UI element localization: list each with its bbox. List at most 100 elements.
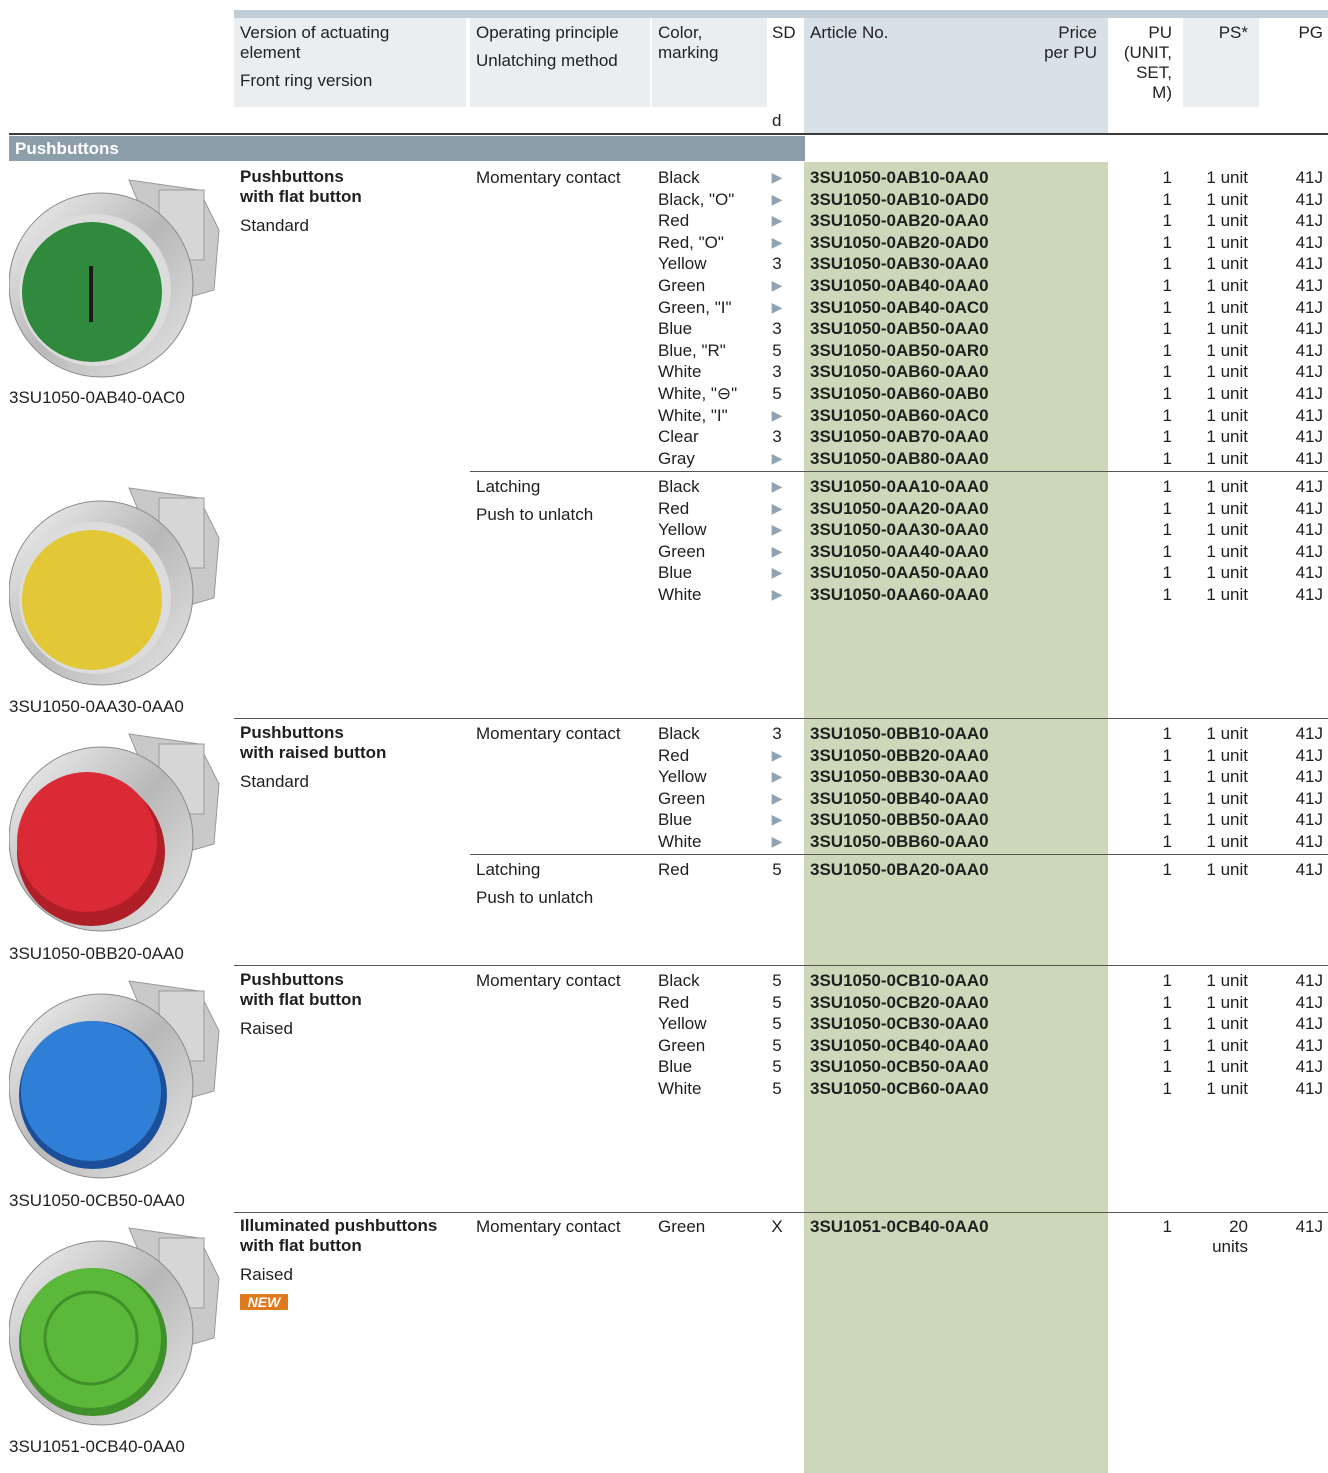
header-op-line2: Unlatching method bbox=[476, 51, 618, 70]
color-cell: Blue bbox=[658, 1057, 693, 1077]
article-number-cell: 3SU1050-0AB50-0AR0 bbox=[810, 340, 989, 360]
table-row: Yellow 5 3SU1050-0CB30-0AA0 1 1 unit 41J bbox=[0, 1013, 1328, 1034]
pg-cell: 41J bbox=[1295, 384, 1323, 403]
pg-cell: 41J bbox=[1295, 585, 1323, 604]
pg-cell: 41J bbox=[1295, 971, 1323, 990]
pu-cell: 1 bbox=[1162, 168, 1172, 187]
color-cell: Yellow bbox=[658, 767, 707, 787]
pu-cell: 1 bbox=[1162, 340, 1172, 360]
pu-cell: 1 bbox=[1162, 477, 1172, 496]
table-row: White, "⊖" 5 3SU1050-0AB60-0AB0 1 1 unit 41J bbox=[0, 383, 1328, 404]
ps-cell: 1 unit bbox=[1206, 340, 1248, 360]
section-title: Pushbuttons bbox=[15, 139, 119, 158]
header-article: Article No. bbox=[810, 23, 889, 42]
color-cell: Black bbox=[658, 168, 700, 187]
table-row: Red ▶ 3SU1050-0AA20-0AA0 1 1 unit 41J bbox=[0, 498, 1328, 519]
pg-cell: 41J bbox=[1295, 832, 1323, 851]
header-sd-sub: d bbox=[772, 111, 782, 130]
pu-cell: 1 bbox=[1162, 1057, 1172, 1077]
pu-cell: 1 bbox=[1162, 860, 1172, 879]
table-row: Blue 5 3SU1050-0CB50-0AA0 1 1 unit 41J bbox=[0, 1056, 1328, 1077]
pg-cell: 41J bbox=[1295, 211, 1323, 231]
pu-cell: 1 bbox=[1162, 1014, 1172, 1034]
article-number-cell: 3SU1050-0BB20-0AA0 bbox=[810, 745, 989, 765]
pg-cell: 41J bbox=[1295, 745, 1323, 765]
pg-cell: 41J bbox=[1295, 276, 1323, 295]
pg-cell: 41J bbox=[1295, 319, 1323, 339]
article-number-cell: 3SU1050-0CB50-0AA0 bbox=[810, 1057, 989, 1077]
article-number-cell: 3SU1050-0BB30-0AA0 bbox=[810, 767, 989, 787]
separator-group-4 bbox=[234, 1212, 1328, 1213]
pu-cell: 1 bbox=[1162, 189, 1172, 209]
article-number-cell: 3SU1050-0AA40-0AA0 bbox=[810, 541, 989, 561]
pu-cell: 1 bbox=[1162, 276, 1172, 295]
separator-group-3 bbox=[234, 965, 1328, 966]
pg-cell: 41J bbox=[1295, 788, 1323, 808]
color-cell: Black bbox=[658, 971, 700, 990]
sd-cell: ▶ bbox=[771, 478, 783, 494]
op-push-unlatch-2: Push to unlatch bbox=[476, 888, 594, 907]
table-row: Red 5 3SU1050-0CB20-0AA0 1 1 unit 41J bbox=[0, 992, 1328, 1013]
caption-yellow-button: 3SU1050-0AA30-0AA0 bbox=[9, 697, 184, 716]
color-cell: Blue bbox=[658, 319, 693, 339]
pu-cell: 1 bbox=[1162, 498, 1172, 518]
color-cell: White, "⊖" bbox=[658, 384, 738, 403]
separator-latching-1 bbox=[470, 471, 1328, 472]
pg-cell: 41J bbox=[1295, 297, 1323, 317]
table-row: Red ▶ 3SU1050-0BB20-0AA0 1 1 unit 41J bbox=[0, 745, 1328, 766]
sd-cell: ▶ bbox=[771, 768, 783, 785]
header-version-line3: Front ring version bbox=[240, 71, 373, 90]
ps-cell: 1 unit bbox=[1206, 427, 1248, 447]
color-cell: Clear bbox=[658, 427, 699, 447]
color-cell: Green bbox=[658, 1217, 706, 1236]
sd-cell: 3 bbox=[772, 319, 782, 339]
separator-group-2 bbox=[234, 718, 1328, 719]
pu-cell: 1 bbox=[1162, 724, 1172, 743]
sd-cell: ▶ bbox=[771, 564, 783, 581]
pu-cell: 1 bbox=[1162, 232, 1172, 252]
article-number-cell: 3SU1050-0BB10-0AA0 bbox=[810, 724, 989, 743]
table-row: Green, "I" ▶ 3SU1050-0AB40-0AC0 1 1 unit 41J bbox=[0, 297, 1328, 318]
pg-cell: 41J bbox=[1295, 232, 1323, 252]
ps-cell: 1 unit bbox=[1206, 767, 1248, 787]
color-cell: Gray bbox=[658, 448, 695, 468]
ps-cell: 1 unit bbox=[1206, 276, 1248, 295]
article-number-cell: 3SU1050-0AB50-0AA0 bbox=[810, 319, 989, 339]
ps-cell: 1 unit bbox=[1206, 1057, 1248, 1077]
caption-blue-button: 3SU1050-0CB50-0AA0 bbox=[9, 1191, 185, 1210]
sd-cell: 5 bbox=[772, 340, 782, 360]
article-number-cell: 3SU1050-0AB60-0AA0 bbox=[810, 362, 989, 382]
pg-cell: 41J bbox=[1295, 541, 1323, 561]
color-cell: Red bbox=[658, 211, 690, 231]
article-number-cell: 3SU1050-0CB40-0AA0 bbox=[810, 1035, 989, 1055]
article-number-cell: 3SU1050-0AB60-0AB0 bbox=[810, 384, 989, 403]
ps-cell: 1 unit bbox=[1206, 971, 1248, 990]
color-cell: Blue bbox=[658, 810, 693, 830]
pu-cell: 1 bbox=[1162, 362, 1172, 382]
header-pu-line3: SET, bbox=[1136, 63, 1172, 82]
table-row: Clear 3 3SU1050-0AB70-0AA0 1 1 unit 41J bbox=[0, 426, 1328, 447]
color-cell: White bbox=[658, 585, 702, 604]
table-row: White ▶ 3SU1050-0AA60-0AA0 1 1 unit 41J bbox=[0, 584, 1328, 605]
pu-cell: 1 bbox=[1162, 211, 1172, 231]
article-number-cell: 3SU1050-0BA20-0AA0 bbox=[810, 860, 989, 879]
pg-cell: 41J bbox=[1295, 448, 1323, 468]
ps-cell: 1 unit bbox=[1206, 810, 1248, 830]
table-row: Yellow ▶ 3SU1050-0AA30-0AA0 1 1 unit 41J bbox=[0, 519, 1328, 540]
pg-cell: 41J bbox=[1295, 427, 1323, 447]
color-cell: White bbox=[658, 1079, 702, 1098]
color-cell: Blue, "R" bbox=[658, 340, 726, 360]
color-cell: Red bbox=[658, 992, 690, 1012]
ps-cell: 1 unit bbox=[1206, 860, 1248, 879]
sd-cell: ▶ bbox=[771, 298, 783, 315]
pg-cell: 41J bbox=[1295, 992, 1323, 1012]
pu-cell: 1 bbox=[1162, 788, 1172, 808]
article-number-cell: 3SU1050-0CB30-0AA0 bbox=[810, 1014, 989, 1034]
pu-cell: 1 bbox=[1162, 254, 1172, 274]
article-number-cell: 3SU1050-0AB20-0AD0 bbox=[810, 232, 989, 252]
header-pu-line1: PU bbox=[1148, 23, 1172, 42]
table-row: Red ▶ 3SU1050-0AB20-0AA0 1 1 unit 41J bbox=[0, 210, 1328, 231]
sd-cell: ▶ bbox=[771, 811, 783, 828]
illuminated-green-pushbutton-image bbox=[9, 1227, 220, 1426]
color-cell: White, "I" bbox=[658, 405, 728, 425]
